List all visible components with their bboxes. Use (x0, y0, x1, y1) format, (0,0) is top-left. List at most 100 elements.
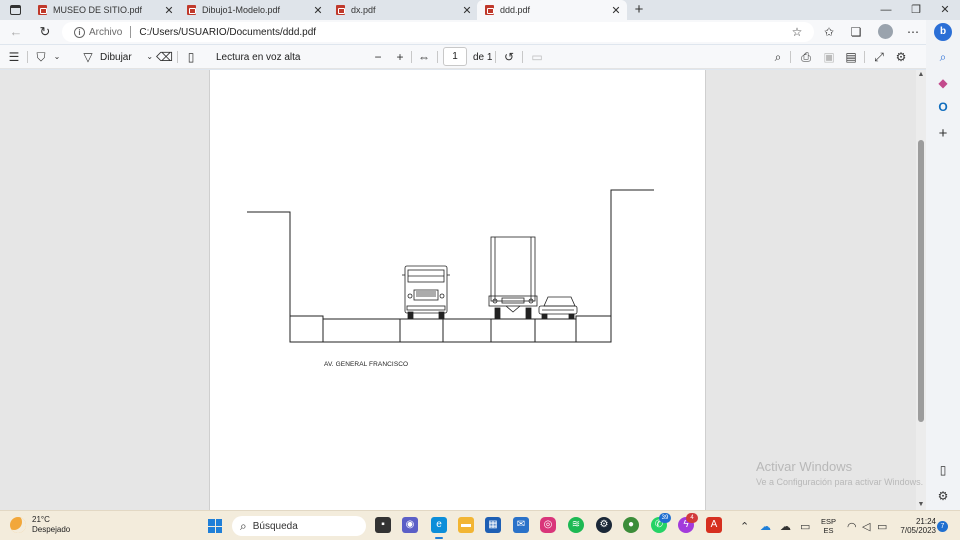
close-icon[interactable]: ✕ (162, 4, 176, 17)
draw-label: Dibujar (100, 51, 132, 63)
task-view-icon[interactable]: ▪ (375, 517, 391, 533)
divider (411, 51, 412, 63)
file-explorer-icon[interactable]: ▬ (458, 517, 474, 533)
divider (495, 51, 496, 63)
add-favorite-icon[interactable]: ☆ (789, 24, 805, 40)
acrobat-icon[interactable]: A (706, 517, 722, 533)
highlight-icon[interactable]: ⛉ ⌄ (33, 45, 65, 69)
refresh-icon[interactable]: ↻ (37, 24, 53, 40)
wifi-icon[interactable]: ◠ (847, 511, 857, 540)
edge-browser-icon[interactable]: e (431, 517, 447, 539)
immersive-reader-icon[interactable]: ▯ (183, 45, 199, 69)
save-as-icon[interactable]: ▤ (843, 45, 859, 69)
draw-button[interactable]: ▽ Dibujar ⌄ (80, 45, 158, 69)
zoom-out-icon[interactable]: − (370, 45, 386, 69)
start-windows-icon[interactable] (208, 519, 222, 533)
tab-dibujo1-modelo[interactable]: Dibujo1-Modelo.pdf ✕ (179, 0, 329, 20)
address-input[interactable]: i Archivo C:/Users/USUARIO/Documents/ddd… (62, 22, 814, 42)
contents-list-icon[interactable]: ☰ (6, 45, 22, 69)
onedrive-cloud-icon[interactable]: ☁ (760, 511, 771, 540)
search-icon[interactable]: ⌕ (770, 45, 786, 69)
mail-icon[interactable]: ✉ (513, 517, 529, 533)
bus-drawing (402, 265, 450, 320)
volume-icon[interactable]: ◁ (862, 511, 870, 540)
battery-icon[interactable]: ▭ (877, 511, 887, 540)
close-icon[interactable]: ✕ (609, 4, 623, 17)
teams-chat-icon[interactable]: ◉ (402, 517, 418, 533)
street-section-drawing (247, 189, 654, 343)
taskbar-search-box[interactable]: ⌕ Búsqueda (232, 516, 366, 536)
system-clock[interactable]: 21:24 7/05/2023 (896, 517, 936, 535)
add-sidebar-app-icon[interactable]: + (934, 125, 952, 143)
tab-title: MUSEO DE SITIO.pdf (53, 5, 143, 15)
device-icon[interactable]: ▭ (800, 511, 810, 540)
new-tab-icon[interactable]: + (630, 1, 648, 19)
favorites-icon[interactable]: ✩ (821, 24, 837, 40)
tab-museo-de-sitio[interactable]: MUSEO DE SITIO.pdf ✕ (30, 0, 180, 20)
sidebar-settings-icon[interactable]: ⚙ (934, 487, 952, 505)
collections-icon[interactable]: ❏ (848, 24, 864, 40)
url-path: C:/Users/USUARIO/Documents/ddd.pdf (139, 26, 317, 38)
show-hidden-icons-chevron-icon[interactable]: ⌃ (740, 511, 749, 540)
profile-avatar[interactable] (878, 24, 893, 39)
eraser-icon[interactable]: ⌫ (156, 45, 173, 69)
outlook-icon[interactable]: O (934, 98, 952, 116)
divider (437, 51, 438, 63)
tab-actions-menu-icon[interactable] (6, 2, 24, 18)
close-icon[interactable]: ✕ (460, 4, 474, 17)
tab-ddd[interactable]: ddd.pdf ✕ (477, 0, 627, 20)
tab-strip: MUSEO DE SITIO.pdf ✕ Dibujo1-Modelo.pdf … (0, 0, 960, 20)
minimize-icon[interactable]: — (872, 0, 900, 20)
page-view-icon[interactable]: ▭ (529, 45, 545, 69)
window-close-icon[interactable]: ✕ (931, 0, 959, 20)
weather-desc: Despejado (32, 525, 71, 534)
maximize-icon[interactable]: ❐ (902, 0, 930, 20)
save-icon[interactable]: ▣ (821, 45, 837, 69)
cloud-sync-icon[interactable]: ☁ (780, 511, 791, 540)
divider (522, 51, 523, 63)
copilot-icon[interactable]: b (934, 23, 952, 41)
page-number-input[interactable]: 1 (443, 47, 467, 66)
settings-gear-icon[interactable]: ⚙ (893, 45, 909, 69)
close-icon[interactable]: ✕ (311, 4, 325, 17)
taskbar-search-label: Búsqueda (252, 520, 298, 532)
store-icon[interactable]: ▦ (485, 517, 501, 533)
scroll-thumb[interactable] (918, 140, 924, 422)
edge-sidebar: b ⌕ ◆ O + ▯ ⚙ (926, 20, 960, 510)
fit-page-icon[interactable]: ⇔ (416, 45, 432, 69)
zoom-in-icon[interactable]: + (392, 45, 408, 69)
car-drawing (538, 296, 578, 320)
pdf-file-icon (187, 5, 196, 15)
vertical-scrollbar[interactable]: ▲ ▼ (916, 70, 926, 510)
rotate-icon[interactable]: ↺ (501, 45, 517, 69)
search-icon: ⌕ (240, 518, 247, 533)
read-aloud-button[interactable]: Lectura en voz alta (216, 45, 301, 69)
chrome-icon[interactable]: ● (623, 517, 639, 533)
fullscreen-icon[interactable]: ⤢ (871, 45, 887, 69)
clock-time: 21:24 (915, 517, 936, 526)
sidebar-toggle-icon[interactable]: ▯ (934, 461, 952, 479)
weather-temp: 21°C (32, 515, 50, 524)
divider (790, 51, 791, 63)
scroll-up-icon[interactable]: ▲ (916, 70, 926, 80)
steam-icon[interactable]: ⚙ (596, 517, 612, 533)
messenger-icon[interactable]: ϟ 4 (678, 513, 698, 533)
language-indicator[interactable]: ESP ES (821, 517, 836, 535)
whatsapp-icon[interactable]: ✆ 39 (651, 513, 671, 533)
back-arrow-icon[interactable]: ← (8, 24, 24, 40)
notification-badge[interactable]: 7 (937, 521, 948, 532)
info-icon[interactable]: i (74, 26, 85, 38)
shopping-icon[interactable]: ◆ (934, 74, 952, 92)
weather-widget[interactable]: 21°C Despejado (10, 515, 70, 535)
tab-title: dx.pdf (351, 5, 376, 15)
search-icon[interactable]: ⌕ (934, 48, 952, 66)
print-icon[interactable]: ⎙ (798, 45, 814, 69)
scroll-down-icon[interactable]: ▼ (916, 500, 926, 510)
more-options-icon[interactable]: ⋯ (905, 24, 921, 40)
spotify-icon[interactable]: ≋ (568, 517, 584, 533)
divider (130, 26, 132, 38)
instagram-icon[interactable]: ◎ (540, 517, 556, 533)
tab-dx[interactable]: dx.pdf ✕ (328, 0, 478, 20)
taskbar: 21°C Despejado ⌕ Búsqueda ▪ ◉ e ▬ ▦ ✉ ◎ … (0, 510, 960, 540)
watermark-subtitle: Ve a Configuración para activar Windows. (756, 477, 924, 487)
